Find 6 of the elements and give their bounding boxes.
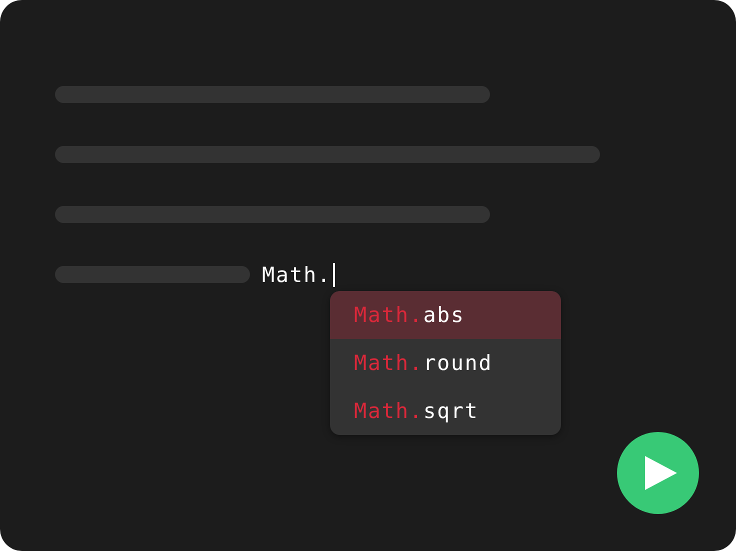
text-cursor (333, 262, 336, 286)
suggestion-item[interactable]: Math.round (330, 339, 561, 387)
suggestion-item[interactable]: Math.abs (330, 291, 561, 339)
play-icon (645, 456, 677, 490)
suggestion-item[interactable]: Math.sqrt (330, 387, 561, 435)
code-input[interactable]: Math. (262, 262, 336, 286)
